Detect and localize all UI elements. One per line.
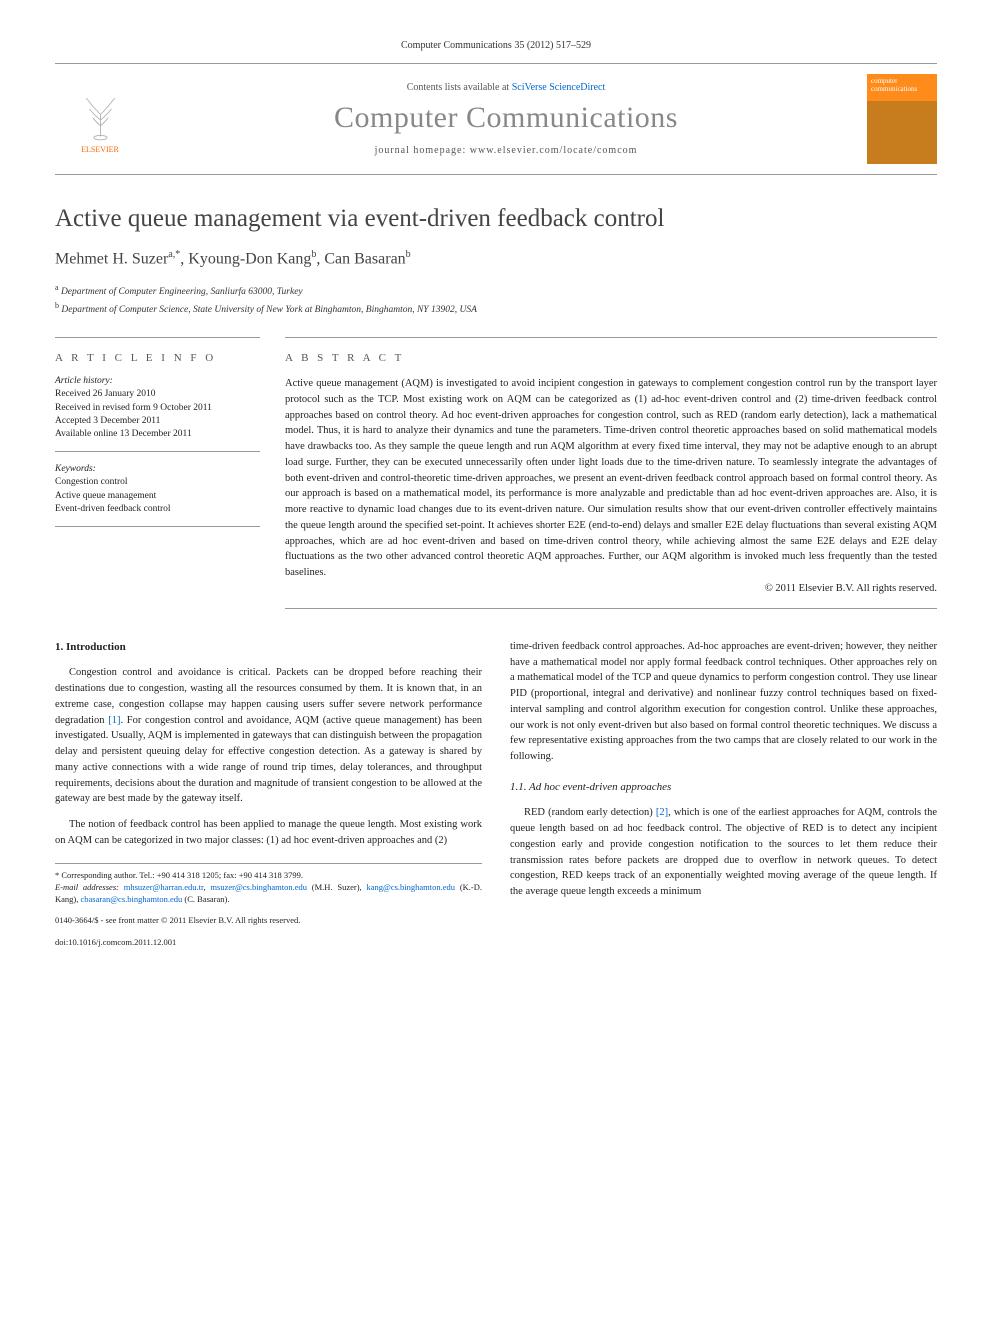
cover-label: computer communications bbox=[871, 78, 933, 93]
email-link-4[interactable]: cbasaran@cs.binghamton.edu bbox=[81, 894, 183, 904]
journal-cover-thumbnail: computer communications bbox=[867, 74, 937, 164]
doi-line: doi:10.1016/j.comcom.2011.12.001 bbox=[55, 937, 482, 949]
author-1: Mehmet H. Suzer bbox=[55, 250, 168, 267]
email-link-2[interactable]: msuzer@cs.binghamton.edu bbox=[210, 882, 307, 892]
subsection-1-1-heading: 1.1. Ad hoc event-driven approaches bbox=[510, 779, 937, 796]
citation-header: Computer Communications 35 (2012) 517–52… bbox=[55, 40, 937, 51]
section-1-heading: 1. Introduction bbox=[55, 639, 482, 656]
abstract-text: Active queue management (AQM) is investi… bbox=[285, 376, 937, 581]
author-1-affil: a,* bbox=[168, 249, 180, 260]
journal-name: Computer Communications bbox=[145, 101, 867, 135]
affiliations: a Department of Computer Engineering, Sa… bbox=[55, 282, 937, 317]
affiliation-a: Department of Computer Engineering, Sanl… bbox=[61, 287, 303, 297]
abstract-column: A B S T R A C T Active queue management … bbox=[285, 337, 937, 609]
author-list: Mehmet H. Suzera,*, Kyoung-Don Kangb, Ca… bbox=[55, 249, 937, 268]
elsevier-logo: ELSEVIER bbox=[55, 74, 145, 164]
homepage-url[interactable]: www.elsevier.com/locate/comcom bbox=[470, 145, 638, 156]
elsevier-tree-icon bbox=[70, 85, 130, 145]
left-column: 1. Introduction Congestion control and a… bbox=[55, 639, 482, 949]
homepage-label: journal homepage: bbox=[375, 145, 470, 156]
article-title: Active queue management via event-driven… bbox=[55, 205, 937, 233]
contents-prefix: Contents lists available at bbox=[407, 82, 512, 93]
author-3-affil: b bbox=[406, 249, 411, 260]
author-2-affil: b bbox=[311, 249, 316, 260]
email-owner-1: (M.H. Suzer), bbox=[312, 882, 362, 892]
article-info-heading: A R T I C L E I N F O bbox=[55, 352, 260, 364]
corresponding-author-line: * Corresponding author. Tel.: +90 414 31… bbox=[55, 870, 482, 882]
email-owner-3: (C. Basaran). bbox=[184, 894, 229, 904]
article-history: Received 26 January 2010 Received in rev… bbox=[55, 388, 260, 452]
masthead-center: Contents lists available at SciVerse Sci… bbox=[145, 82, 867, 156]
publisher-name: ELSEVIER bbox=[81, 145, 119, 154]
author-3: Can Basaran bbox=[324, 250, 405, 267]
email-label: E-mail addresses: bbox=[55, 882, 119, 892]
right-column: time-driven feedback control approaches.… bbox=[510, 639, 937, 949]
intro-para-2: The notion of feedback control has been … bbox=[55, 817, 482, 849]
ref-link[interactable]: [1] bbox=[108, 715, 120, 726]
author-2: Kyoung-Don Kang bbox=[188, 250, 311, 267]
info-abstract-row: A R T I C L E I N F O Article history: R… bbox=[55, 337, 937, 609]
abstract-copyright: © 2011 Elsevier B.V. All rights reserved… bbox=[285, 583, 937, 594]
keywords-list: Congestion control Active queue manageme… bbox=[55, 476, 260, 527]
email-link-1[interactable]: mhsuzer@harran.edu.tr bbox=[124, 882, 204, 892]
subsection-para-1: RED (random early detection) [2], which … bbox=[510, 805, 937, 900]
ref-link[interactable]: [2] bbox=[656, 807, 668, 818]
corresponding-footnote: * Corresponding author. Tel.: +90 414 31… bbox=[55, 863, 482, 906]
email-link-3[interactable]: kang@cs.binghamton.edu bbox=[366, 882, 455, 892]
issn-line: 0140-3664/$ - see front matter © 2011 El… bbox=[55, 915, 482, 927]
intro-para-3: time-driven feedback control approaches.… bbox=[510, 639, 937, 765]
abstract-heading: A B S T R A C T bbox=[285, 352, 937, 364]
intro-para-1: Congestion control and avoidance is crit… bbox=[55, 665, 482, 807]
history-label: Article history: bbox=[55, 376, 260, 386]
journal-masthead: ELSEVIER Contents lists available at Sci… bbox=[55, 63, 937, 175]
contents-available-line: Contents lists available at SciVerse Sci… bbox=[145, 82, 867, 93]
sciencedirect-link[interactable]: SciVerse ScienceDirect bbox=[512, 82, 606, 93]
body-two-column: 1. Introduction Congestion control and a… bbox=[55, 639, 937, 949]
journal-homepage: journal homepage: www.elsevier.com/locat… bbox=[145, 145, 867, 156]
keywords-label: Keywords: bbox=[55, 464, 260, 474]
affiliation-b: Department of Computer Science, State Un… bbox=[61, 305, 477, 315]
article-info-sidebar: A R T I C L E I N F O Article history: R… bbox=[55, 337, 260, 609]
